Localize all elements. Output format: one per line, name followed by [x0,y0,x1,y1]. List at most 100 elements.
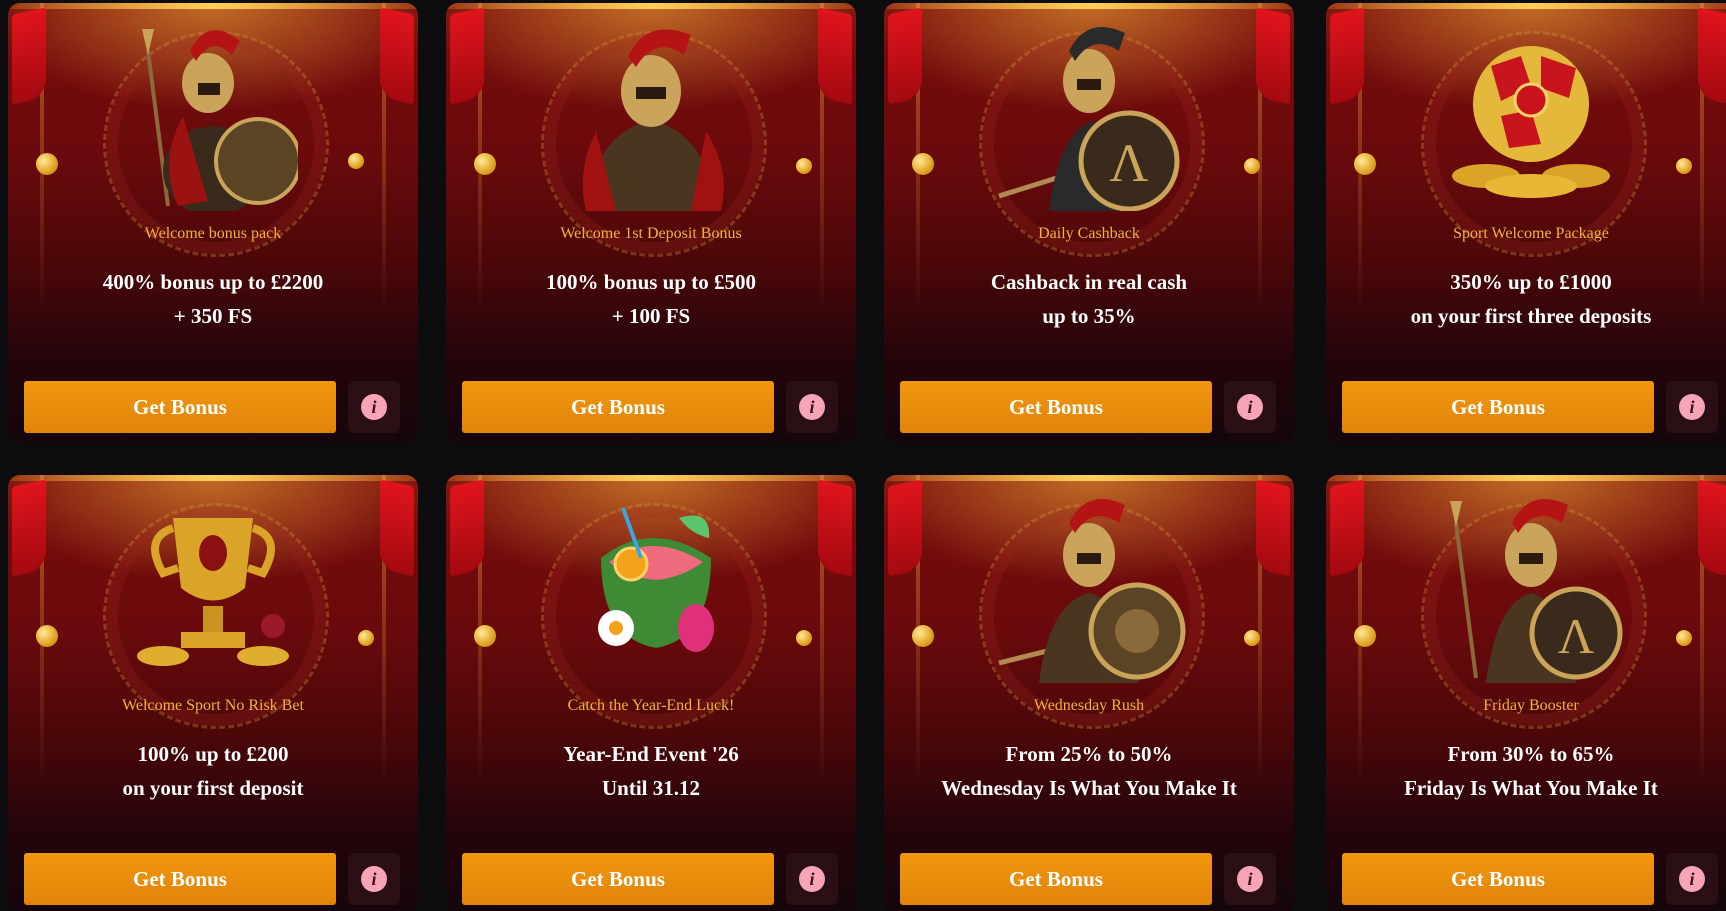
bonus-offer: 350% up to £1000 [1450,270,1612,294]
coin-icon [358,630,374,646]
ribbon-decoration [818,479,852,577]
ribbon-decoration [1330,7,1364,105]
ribbon-decoration [12,7,46,105]
coin-icon [1244,630,1260,646]
bonus-category: Sport Welcome Package [1453,225,1609,242]
card-top-glow [1326,3,1726,9]
coin-icon [36,625,58,647]
get-bonus-button[interactable]: Get Bonus [1342,853,1654,905]
bonus-headline: Cashback in real cash up to 35% [894,265,1284,333]
info-icon: i [799,866,825,892]
bonus-headline: From 30% to 65% Friday Is What You Make … [1336,737,1726,805]
coin-icon [912,153,934,175]
card-top-glow [8,3,418,9]
bonus-offer-detail: on your first three deposits [1410,304,1652,328]
info-button[interactable]: i [348,381,400,433]
bonus-offer-detail: up to 35% [1042,304,1136,328]
bonus-card: Welcome Sport No Risk Bet 100% up to £20… [8,475,418,911]
coin-icon [1244,158,1260,174]
bonus-category: Daily Cashback [1038,225,1140,242]
coin-icon [474,153,496,175]
bonus-category: Welcome bonus pack [144,225,282,242]
coin-icon [912,625,934,647]
ribbon-decoration [888,479,922,577]
bonus-offer: From 30% to 65% [1447,742,1615,766]
bonus-card: Sport Welcome Package 350% up to £1000 o… [1326,3,1726,443]
bonus-category: Catch the Year-End Luck! [567,697,735,714]
bonus-headline: Year-End Event '26 Until 31.12 [456,737,846,805]
bonus-category: Friday Booster [1483,697,1579,714]
bonus-card: Catch the Year-End Luck! Year-End Event … [446,475,856,911]
get-bonus-button[interactable]: Get Bonus [24,381,336,433]
bonus-category: Welcome Sport No Risk Bet [122,697,304,714]
ribbon-decoration [380,479,414,577]
spartan-warrior-illustration: Λ [989,21,1189,211]
ribbon-decoration [1256,7,1290,105]
info-icon: i [1679,394,1705,420]
bonus-offer-detail: Wednesday Is What You Make It [941,776,1237,800]
bonus-headline: 400% bonus up to £2200 + 350 FS [18,265,408,333]
info-icon: i [1237,394,1263,420]
ribbon-decoration [1256,479,1290,577]
bonus-headline: 100% up to £200 on your first deposit [18,737,408,805]
bonus-category: Wednesday Rush [1033,697,1145,714]
card-top-glow [446,475,856,481]
coin-icon [1354,153,1376,175]
ribbon-decoration [450,479,484,577]
bonus-category: Welcome 1st Deposit Bonus [560,225,742,242]
tropical-cocktail-illustration [551,493,751,683]
card-top-glow [884,475,1294,481]
bonus-card: Λ Friday Booster From 30% to 65% Friday … [1326,475,1726,911]
ribbon-decoration [450,7,484,105]
coin-icon [796,158,812,174]
bonus-offer: Year-End Event '26 [563,742,739,766]
gold-trophy-illustration [113,493,313,683]
bonus-card: Wednesday Rush From 25% to 50% Wednesday… [884,475,1294,911]
info-button[interactable]: i [1666,381,1718,433]
get-bonus-button[interactable]: Get Bonus [1342,381,1654,433]
info-icon: i [361,394,387,420]
info-icon: i [1237,866,1263,892]
card-top-glow [1326,475,1726,481]
get-bonus-button[interactable]: Get Bonus [900,853,1212,905]
coin-icon [474,625,496,647]
bonus-headline: 100% bonus up to £500 + 100 FS [456,265,846,333]
info-button[interactable]: i [1224,381,1276,433]
get-bonus-button[interactable]: Get Bonus [462,853,774,905]
svg-text:Λ: Λ [1109,133,1148,193]
info-icon: i [361,866,387,892]
ribbon-decoration [818,7,852,105]
info-button[interactable]: i [786,853,838,905]
card-top-glow [446,3,856,9]
info-button[interactable]: i [348,853,400,905]
get-bonus-button[interactable]: Get Bonus [24,853,336,905]
card-top-glow [8,475,418,481]
spartan-warrior-illustration: Λ [1431,493,1631,683]
card-top-glow [884,3,1294,9]
bonus-offer: 100% bonus up to £500 [545,270,757,294]
coin-icon [36,153,58,175]
get-bonus-button[interactable]: Get Bonus [462,381,774,433]
coin-icon [348,153,364,169]
ribbon-decoration [888,7,922,105]
bonus-offer: 400% bonus up to £2200 [102,270,324,294]
bonus-offer-detail: + 100 FS [611,304,691,328]
ribbon-decoration [1698,7,1726,105]
info-button[interactable]: i [786,381,838,433]
info-icon: i [1679,866,1705,892]
coin-icon [1676,630,1692,646]
spartan-warrior-illustration [113,21,313,211]
ribbon-decoration [12,479,46,577]
coin-icon [796,630,812,646]
info-button[interactable]: i [1666,853,1718,905]
spartan-warrior-illustration [989,493,1189,683]
spartan-warrior-illustration [551,21,751,211]
info-button[interactable]: i [1224,853,1276,905]
bonus-headline: 350% up to £1000 on your first three dep… [1336,265,1726,333]
bonus-offer-detail: Until 31.12 [601,776,700,800]
get-bonus-button[interactable]: Get Bonus [900,381,1212,433]
bonus-offer: From 25% to 50% [1005,742,1173,766]
svg-text:Λ: Λ [1558,608,1594,664]
bonus-offer-detail: Friday Is What You Make It [1404,776,1658,800]
info-icon: i [799,394,825,420]
